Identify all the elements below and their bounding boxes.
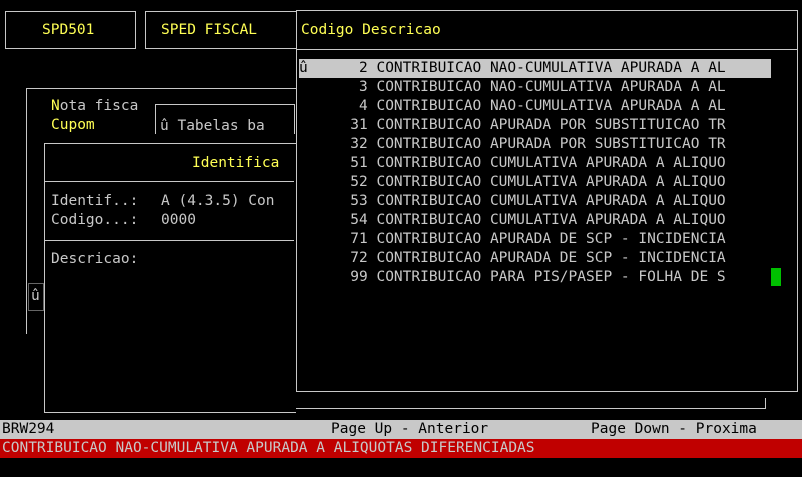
identification-divider-2 [44,240,294,241]
text-cursor [771,268,781,286]
nota-fiscal-label: Nota fisca [51,98,139,114]
row-marker-space [299,174,308,190]
selection-marker: û [299,60,308,76]
lookup-row[interactable]: û 2 CONTRIBUICAO NAO-CUMULATIVA APURADA A… [299,59,771,78]
page-down-hint[interactable]: Page Down - Proxima [591,420,757,439]
identif-label: Identif..: [51,193,139,209]
row-code: 3 [359,79,368,95]
row-description: CONTRIBUICAO NAO-CUMULATIVA APURADA A AL [376,98,726,114]
row-code: 54 [350,212,368,228]
row-description: CONTRIBUICAO APURADA POR SUBSTITUICAO TR [376,136,726,152]
row-code: 53 [350,193,368,209]
program-code: SPD501 [42,22,95,38]
row-marker-space [299,155,308,171]
lookup-row[interactable]: 52 CONTRIBUICAO CUMULATIVA APURADA A ALI… [299,173,771,192]
background-bottom-line [296,408,766,409]
identification-panel [44,143,296,413]
row-description: CONTRIBUICAO APURADA DE SCP - INCIDENCIA [376,250,726,266]
row-description: CONTRIBUICAO PARA PIS/PASEP - FOLHA DE S [376,269,726,285]
row-code: 52 [350,174,368,190]
status-bar: BRW294 Page Up - Anterior Page Down - Pr… [0,420,802,439]
page-up-hint[interactable]: Page Up - Anterior [331,420,488,439]
row-marker-space [299,269,308,285]
row-marker-space [299,117,308,133]
row-marker-space [299,98,308,114]
row-marker-space [299,212,308,228]
row-code: 72 [350,250,368,266]
row-code: 71 [350,231,368,247]
row-code: 51 [350,155,368,171]
lookup-header: Codigo Descricao [301,22,441,38]
row-code: 99 [350,269,368,285]
lookup-row[interactable]: 3 CONTRIBUICAO NAO-CUMULATIVA APURADA A … [299,78,771,97]
descricao-label: Descricao: [51,251,139,267]
row-code: 31 [350,117,368,133]
cupom-label: Cupom [51,117,95,133]
identification-title: Identifica [192,155,280,171]
row-code: 32 [350,136,368,152]
row-marker-space [299,193,308,209]
lookup-row[interactable]: 53 CONTRIBUICAO CUMULATIVA APURADA A ALI… [299,192,771,211]
system-name: SPED FISCAL [161,22,258,38]
lookup-row[interactable]: 51 CONTRIBUICAO CUMULATIVA APURADA A ALI… [299,154,771,173]
row-description: CONTRIBUICAO CUMULATIVA APURADA A ALIQUO [376,155,726,171]
row-description: CONTRIBUICAO NAO-CUMULATIVA APURADA A AL [376,79,726,95]
row-marker-space [299,136,308,152]
lookup-row[interactable]: 99 CONTRIBUICAO PARA PIS/PASEP - FOLHA D… [299,268,771,287]
lookup-row[interactable]: 71 CONTRIBUICAO APURADA DE SCP - INCIDEN… [299,230,771,249]
row-description: CONTRIBUICAO CUMULATIVA APURADA A ALIQUO [376,212,726,228]
screen-id: BRW294 [2,421,55,437]
description-text: CONTRIBUICAO NAO-CUMULATIVA APURADA A AL… [2,440,535,456]
lookup-row[interactable]: 4 CONTRIBUICAO NAO-CUMULATIVA APURADA A … [299,97,771,116]
lookup-row[interactable]: 72 CONTRIBUICAO APURADA DE SCP - INCIDEN… [299,249,771,268]
row-marker-space [299,250,308,266]
tabelas-field[interactable]: û Tabelas ba [160,117,265,136]
row-description: CONTRIBUICAO CUMULATIVA APURADA A ALIQUO [376,174,726,190]
description-bar: CONTRIBUICAO NAO-CUMULATIVA APURADA A AL… [0,439,802,458]
row-description: CONTRIBUICAO NAO-CUMULATIVA APURADA A AL [376,60,726,76]
identification-divider-1 [44,181,294,182]
identif-value[interactable]: A (4.3.5) Con [161,192,275,211]
row-marker-space [299,79,308,95]
lookup-row[interactable]: 54 CONTRIBUICAO CUMULATIVA APURADA A ALI… [299,211,771,230]
row-description: CONTRIBUICAO APURADA DE SCP - INCIDENCIA [376,231,726,247]
row-code: 4 [359,98,368,114]
row-description: CONTRIBUICAO CUMULATIVA APURADA A ALIQUO [376,193,726,209]
codigo-value[interactable]: 0000 [161,211,196,230]
row-description: CONTRIBUICAO APURADA POR SUBSTITUICAO TR [376,117,726,133]
row-marker-space [299,231,308,247]
side-marker: û [31,288,40,304]
lookup-row[interactable]: 32 CONTRIBUICAO APURADA POR SUBSTITUICAO… [299,135,771,154]
lookup-row[interactable]: 31 CONTRIBUICAO APURADA POR SUBSTITUICAO… [299,116,771,135]
row-code: 2 [359,60,368,76]
lookup-header-divider [296,49,798,50]
background-bottom-tick [765,398,766,409]
codigo-label: Codigo...: [51,212,139,228]
